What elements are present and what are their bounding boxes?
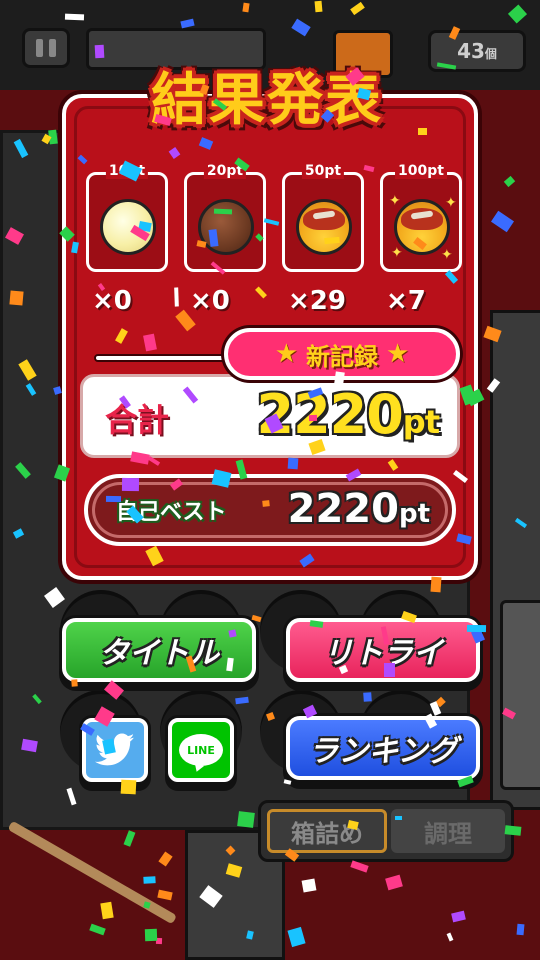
choco-ball-icon [198,199,254,255]
plain-ball-icon [100,199,156,255]
result-title-banner: 結果発表 [102,52,432,138]
ranking-button[interactable]: ランキング [286,716,480,780]
item-count: ×7 [386,286,426,316]
item-points-label: 50pt [301,163,345,179]
pause-icon [49,39,56,57]
tab-packing[interactable]: 箱詰め [267,809,387,853]
line-label: LINE [187,743,215,757]
title-button[interactable]: タイトル [62,618,256,682]
item-list: 10pt 20pt 50pt 100pt ✦ ✦ ✦ ✦ [86,163,462,272]
item-card-50pt: 50pt [282,163,364,272]
item-card-10pt: 10pt [86,163,168,272]
item-count: ×0 [190,286,230,316]
item-points-label: 100pt [395,163,447,179]
personal-best-unit: pt [398,499,430,529]
result-panel: 10pt 20pt 50pt 100pt ✦ ✦ ✦ ✦ ×0 ×0 ×29 ×… [62,94,478,580]
ranking-button-label: ランキング [308,734,458,769]
ball-counter: 43個 [428,30,526,72]
twitter-share-button[interactable] [82,718,148,782]
tab-cooking[interactable]: 調理 [391,809,505,853]
pause-icon [36,39,43,57]
mode-tabs: 箱詰め 調理 [258,800,514,862]
sparkle-icon: ✦ [441,247,453,263]
item-card-100pt: 100pt ✦ ✦ ✦ ✦ [380,163,462,272]
page-title: 結果発表 [151,66,383,133]
ball-counter-unit: 個 [484,47,497,61]
total-score-unit: pt [402,403,440,441]
personal-best-score: 2220pt [288,486,430,532]
item-points-label: 20pt [203,163,247,179]
item-count: ×0 [92,286,132,316]
packing-box [500,600,540,790]
new-record-label: 新記録 [306,342,378,371]
star-icon: ★ [274,339,298,369]
item-counts: ×0 ×0 ×29 ×7 [86,286,462,316]
item-count: ×29 [288,286,346,316]
total-score-box: 合計 2220pt [80,374,460,458]
personal-best-box: 自己ベスト 2220pt [84,474,456,546]
twitter-bird-icon [95,733,135,766]
personal-best-value: 2220 [287,486,399,532]
retry-button-label: リトライ [323,636,443,671]
item-points-label: 10pt [105,163,149,179]
sparkle-icon: ✦ [445,195,457,211]
ball-counter-value: 43 [457,39,485,63]
total-score-value: 2220 [256,383,404,446]
total-score: 2220pt [256,383,441,446]
line-share-button[interactable]: LINE [168,718,234,782]
star-icon: ★ [386,339,410,369]
title-button-label: タイトル [99,636,219,671]
line-icon: LINE [179,734,223,766]
personal-best-label: 自己ベスト [116,500,227,525]
total-label: 合計 [105,401,170,439]
sparkle-icon: ✦ [391,245,403,261]
pause-button[interactable] [22,28,70,68]
takoyaki-icon [296,199,352,255]
retry-button[interactable]: リトライ [286,618,480,682]
sparkle-icon: ✦ [389,193,401,209]
new-record-badge: ★ 新記録 ★ [224,328,460,380]
item-card-20pt: 20pt [184,163,266,272]
